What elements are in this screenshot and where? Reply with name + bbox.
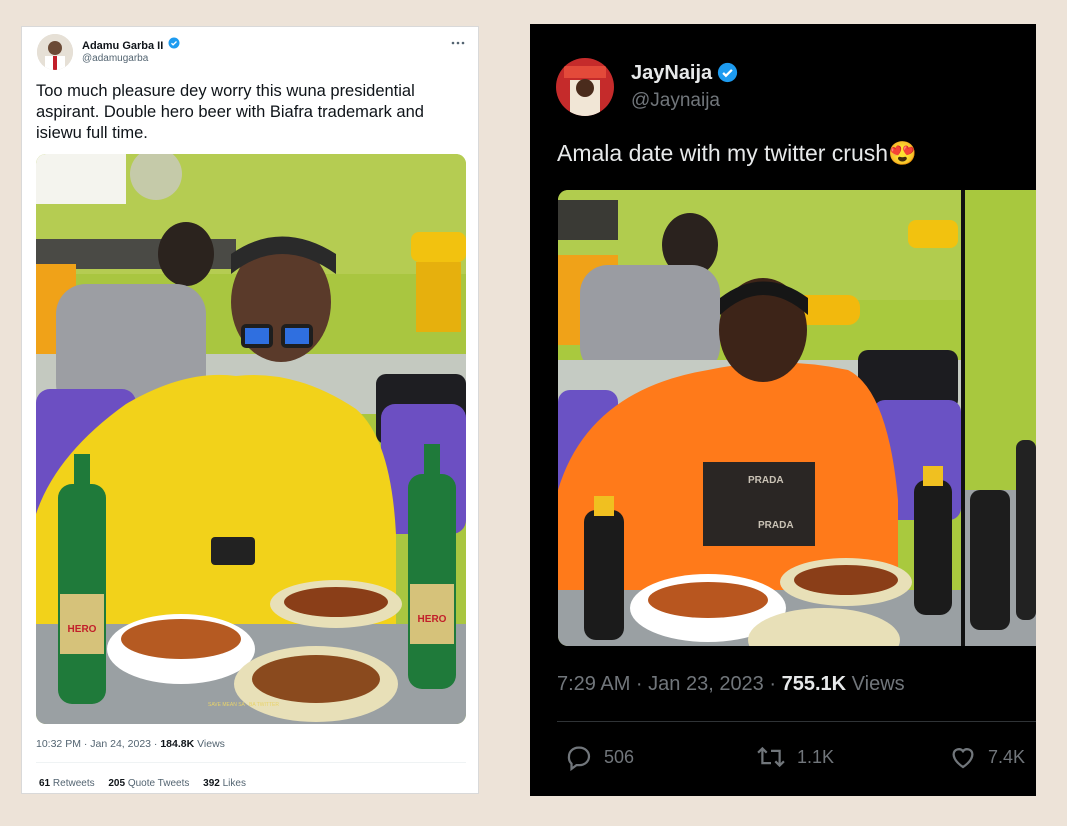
- left-tweet-stats: 61 Retweets 205 Quote Tweets 392 Likes: [39, 778, 246, 789]
- retweets-count: 61: [39, 778, 51, 789]
- reply-icon: [567, 746, 591, 772]
- divider: [557, 721, 1036, 722]
- right-tweet-card[interactable]: JayNaija @Jaynaija Amala date with my tw…: [530, 24, 1036, 796]
- left-author-handle[interactable]: @adamugarba: [82, 53, 148, 64]
- right-author-handle[interactable]: @Jaynaija: [631, 90, 720, 112]
- quote-tweets-count: 205: [108, 778, 126, 789]
- like-button[interactable]: 7.4K: [948, 742, 1025, 772]
- photo-watermark: SAVE MEAN SA · BA TWITTER: [208, 702, 279, 708]
- left-author-avatar[interactable]: [37, 34, 73, 70]
- right-author-name[interactable]: JayNaija: [631, 62, 712, 84]
- shirt-print-text: PRADA: [748, 475, 784, 486]
- right-tweet-meta: 7:29 AM · Jan 23, 2023 · 755.1K Views: [557, 673, 905, 696]
- photo-scene-man-yellow-shirt: [36, 154, 466, 724]
- retweet-count: 1.1K: [797, 746, 835, 767]
- tweet-text-line: aspirant. Double hero beer with Biafra t…: [36, 103, 424, 121]
- likes-stat[interactable]: 392 Likes: [203, 778, 246, 789]
- reply-count: 506: [604, 746, 635, 767]
- right-tweet-timestamp[interactable]: 7:29 AM · Jan 23, 2023 ·: [557, 673, 776, 695]
- left-author-name[interactable]: Adamu Garba II: [82, 40, 163, 52]
- heart-icon: [952, 748, 974, 769]
- right-views-label: Views: [851, 673, 905, 695]
- divider: [36, 762, 466, 763]
- quote-tweets-label: Quote Tweets: [127, 778, 190, 789]
- shirt-print-text: PRADA: [758, 520, 794, 531]
- left-tweet-text: Too much pleasure dey worry this wuna pr…: [36, 81, 466, 144]
- left-views-count: 184.8K: [160, 738, 195, 750]
- right-tweet-photo[interactable]: PRADA PRADA: [558, 190, 1036, 646]
- more-options-icon[interactable]: [450, 36, 466, 48]
- tweet-text-line: Too much pleasure dey worry this wuna pr…: [36, 82, 415, 100]
- hero-bottle-label-left: HERO: [67, 624, 97, 635]
- right-author-avatar[interactable]: [556, 58, 614, 116]
- retweets-label: Retweets: [52, 778, 95, 789]
- like-count: 7.4K: [988, 746, 1026, 767]
- verified-badge-icon: [717, 62, 738, 88]
- left-tweet-timestamp[interactable]: 10:32 PM · Jan 24, 2023 ·: [36, 738, 157, 750]
- reply-button[interactable]: 506: [564, 742, 634, 772]
- left-tweet-card[interactable]: Adamu Garba II @adamugarba Too much plea…: [21, 26, 479, 794]
- left-tweet-meta: 10:32 PM · Jan 24, 2023 · 184.8K Views: [36, 738, 225, 750]
- retweets-stat[interactable]: 61 Retweets: [39, 778, 97, 789]
- tweet-text-line: isiewu full time.: [36, 124, 148, 142]
- tweet-text: Amala date with my twitter crush: [557, 140, 889, 166]
- verified-badge-icon: [168, 36, 180, 54]
- likes-count: 392: [203, 778, 220, 789]
- heart-eyes-emoji-icon: 😍: [888, 140, 917, 166]
- retweet-icon: [757, 746, 785, 768]
- retweet-button[interactable]: 1.1K: [755, 742, 834, 772]
- quote-tweets-stat[interactable]: 205 Quote Tweets: [108, 778, 192, 789]
- photo-scene-man-orange-shirt: [558, 190, 1036, 646]
- left-views-label: Views: [197, 738, 225, 750]
- right-tweet-text: Amala date with my twitter crush😍: [557, 140, 917, 167]
- hero-bottle-label-right: HERO: [417, 614, 447, 625]
- right-views-count: 755.1K: [781, 673, 847, 695]
- likes-label: Likes: [222, 778, 246, 789]
- left-tweet-photo[interactable]: HERO HERO SAVE MEAN SA · BA TWITTER: [36, 154, 466, 724]
